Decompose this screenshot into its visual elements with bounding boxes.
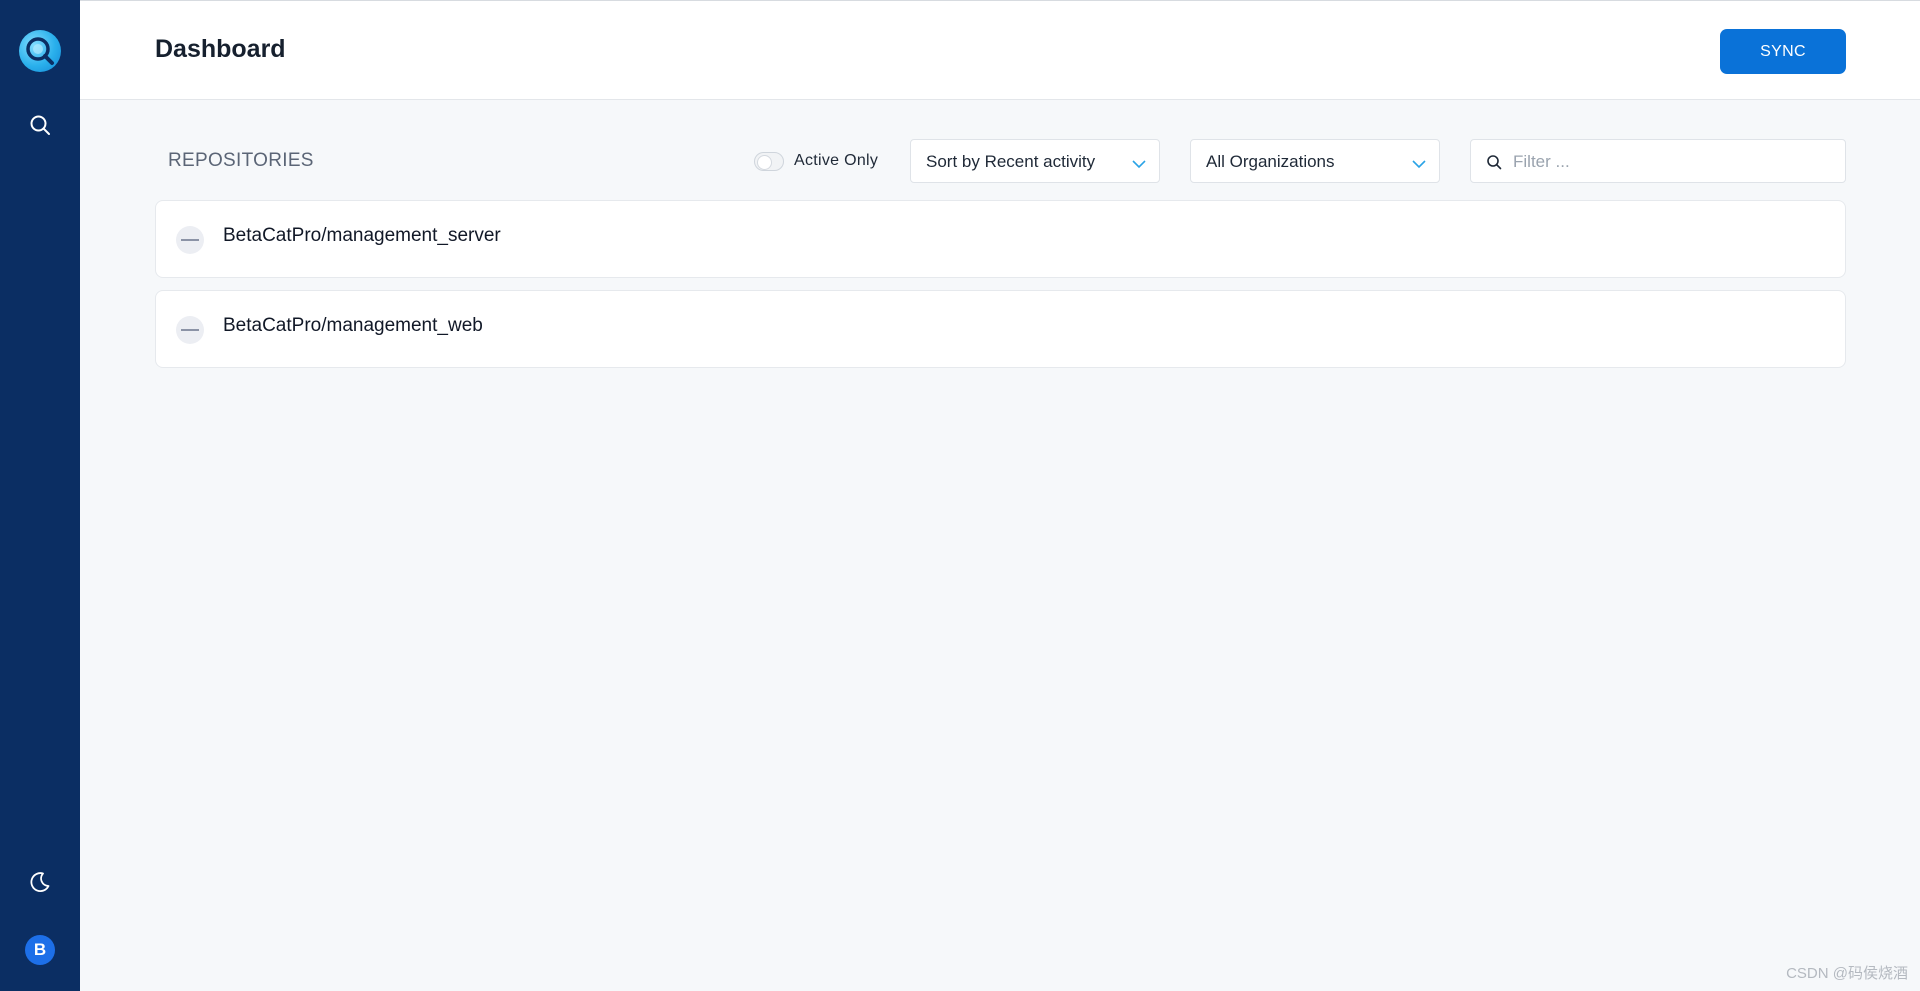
filter-field[interactable] (1470, 139, 1846, 183)
sort-select-value: Sort by Recent activity (926, 152, 1096, 171)
active-only-toggle[interactable]: Active Only (754, 150, 878, 172)
active-only-label: Active Only (794, 152, 879, 169)
toggle-switch[interactable] (754, 151, 784, 171)
list-item[interactable]: BetaCatPro/management_web (155, 290, 1846, 368)
moon-icon[interactable] (26, 868, 54, 896)
header: Dashboard SYNC (80, 0, 1920, 100)
organization-select-value: All Organizations (1206, 152, 1335, 171)
repository-name[interactable]: BetaCatPro/management_server (223, 225, 501, 247)
sync-button[interactable]: SYNC (1720, 29, 1846, 74)
search-icon[interactable] (26, 111, 54, 139)
sort-select[interactable]: Sort by Recent activity (910, 139, 1160, 183)
chevron-down-icon (1411, 155, 1427, 176)
chevron-down-icon (1131, 155, 1147, 176)
avatar[interactable]: B (25, 935, 55, 965)
logo-icon[interactable] (19, 30, 61, 72)
sidebar: B (0, 0, 80, 991)
organization-select[interactable]: All Organizations (1190, 139, 1440, 183)
watermark: CSDN @码侯烧酒 (1786, 965, 1908, 982)
page-title: Dashboard (155, 35, 286, 63)
repository-list: BetaCatPro/management_server BetaCatPro/… (155, 200, 1846, 380)
list-item[interactable]: BetaCatPro/management_server (155, 200, 1846, 278)
repository-name[interactable]: BetaCatPro/management_web (223, 315, 483, 337)
section-title: REPOSITORIES (168, 150, 314, 171)
minus-icon (176, 316, 204, 344)
minus-icon (176, 226, 204, 254)
search-icon (1486, 154, 1502, 175)
filter-input[interactable] (1513, 148, 1833, 176)
